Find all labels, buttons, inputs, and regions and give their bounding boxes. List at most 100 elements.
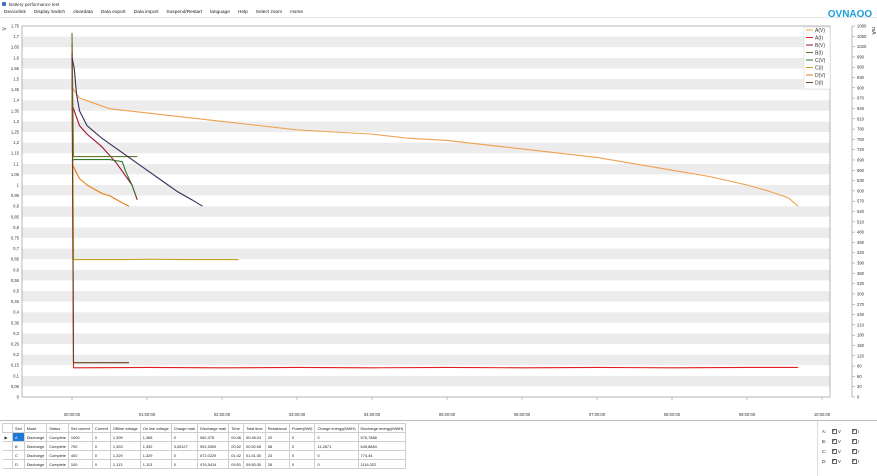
- slot-toggle-i[interactable]: I: [852, 438, 872, 444]
- table-cell: 1,368: [139, 432, 172, 442]
- table-row[interactable]: B Discharge Complete 700 0 1,353 1,392 3,05127 5…: [2, 441, 407, 451]
- grid-band: [22, 47, 830, 58]
- table-cell: Complete: [46, 450, 69, 460]
- grid-band: [22, 79, 830, 90]
- checkbox-checked-icon[interactable]: [852, 428, 857, 434]
- y-tick-label-right: 540: [857, 209, 865, 214]
- slot-toggle-v[interactable]: V: [832, 428, 852, 434]
- checkbox-checked-icon[interactable]: [832, 438, 837, 444]
- table-cell: 09:51: [228, 459, 245, 469]
- y-tick-label-left: 0: [17, 395, 20, 400]
- x-tick-label: 07:00:00: [589, 412, 606, 417]
- grid-band: [22, 216, 830, 228]
- y-tick-label-left: 0,15: [11, 363, 20, 368]
- y-tick-label-left: 0,75: [11, 236, 20, 241]
- table-cell: 1,329: [139, 450, 172, 460]
- grid-band: [22, 312, 830, 323]
- table-cell: Discharge: [23, 441, 48, 451]
- y-tick-label-right: 780: [857, 127, 865, 132]
- slot-toggle-label: V: [838, 448, 841, 454]
- grid-band: [22, 185, 830, 196]
- table-cell: 0: [91, 450, 111, 460]
- slot-check-row: C: V I: [822, 446, 874, 456]
- table-cell: 1,113: [109, 459, 141, 469]
- table-cell: 672,0229: [197, 450, 230, 460]
- grid-band: [22, 238, 830, 249]
- table-row[interactable]: ▶ A Discharge Complete 1000 0 1,399 1,368 0 562,3…: [2, 432, 407, 442]
- menu-language[interactable]: language: [206, 10, 234, 15]
- menu-data-import[interactable]: Data import: [130, 10, 163, 15]
- table-cell: Complete: [46, 459, 69, 469]
- checkbox-checked-icon[interactable]: [832, 458, 837, 464]
- y-tick-label-right: 990: [857, 54, 865, 59]
- slot-toggle-i[interactable]: I: [852, 458, 872, 464]
- table-cell: 01:42: [228, 450, 245, 460]
- brand-logo-text: OVNAOO: [828, 9, 873, 19]
- y-tick-label-right: 690: [857, 157, 865, 162]
- grid-band: [22, 142, 830, 154]
- y-tick-label-left: 0,2: [13, 352, 19, 357]
- legend-label: D(V): [815, 73, 826, 79]
- slot-visibility-checks: A: V I B: V I C: V I D: V I: [822, 426, 874, 466]
- table-row[interactable]: D Discharge Complete 100 0 1,113 1,113 0 976,541…: [2, 459, 407, 469]
- y-tick-label-left: 0,35: [11, 320, 20, 325]
- menu-cleardata[interactable]: cleardata: [69, 10, 97, 15]
- checkbox-checked-icon[interactable]: [832, 448, 837, 454]
- checkbox-checked-icon[interactable]: [852, 458, 857, 464]
- y-tick-label-left: 1,4: [13, 98, 19, 103]
- checkbox-checked-icon[interactable]: [852, 448, 857, 454]
- menu-help[interactable]: Help: [234, 10, 252, 15]
- legend-label: A(V): [815, 28, 825, 34]
- slot-label: C:: [822, 448, 827, 454]
- grid-band: [22, 354, 830, 366]
- x-tick-label: 10:00:00: [814, 412, 831, 417]
- grid-band: [22, 153, 830, 164]
- bottom-panel: Slot Mode Status Set current Current Off…: [0, 420, 877, 476]
- table-cell: Complete: [46, 441, 69, 451]
- grid-band: [22, 259, 830, 270]
- menu-display-switch[interactable]: Display Switch: [30, 10, 69, 15]
- slot-toggle-i[interactable]: I: [852, 448, 872, 454]
- y-tick-label-left: 0,4: [13, 310, 19, 315]
- grid-band: [22, 132, 830, 143]
- grid-band: [22, 206, 830, 217]
- table-cell: 3,05127: [170, 441, 199, 451]
- menu-suspend-restart[interactable]: Suspend/Restart: [162, 10, 206, 15]
- menu-select-zoom[interactable]: Select zoom: [252, 10, 286, 15]
- menu-data-export[interactable]: Data export: [97, 10, 130, 15]
- y-tick-label-left: 0,1: [13, 373, 19, 378]
- slot-toggle-v[interactable]: V: [832, 458, 852, 464]
- panel-divider: [817, 421, 818, 476]
- menu-home[interactable]: Home: [286, 10, 307, 15]
- checkbox-checked-icon[interactable]: [832, 428, 837, 434]
- y-tick-label-right: 1050: [857, 34, 867, 39]
- table-cell: 774,44: [357, 450, 407, 460]
- slot-toggle-v[interactable]: V: [832, 438, 852, 444]
- row-marker: [2, 459, 13, 469]
- slot-check-row: B: V I: [822, 436, 874, 446]
- y-tick-label-left: 0,3: [13, 331, 19, 336]
- slot-label: D:: [822, 458, 827, 464]
- slot-toggle-label: V: [838, 428, 841, 434]
- col-header: Offline voltage: [109, 423, 141, 433]
- menu-devicelink[interactable]: Devicelink: [0, 10, 30, 15]
- grid-band: [22, 344, 830, 355]
- checkbox-checked-icon[interactable]: [852, 438, 857, 444]
- slot-toggle-i[interactable]: I: [852, 428, 872, 434]
- y-tick-label-right: 1080: [857, 24, 867, 29]
- table-cell: 20: [264, 432, 290, 442]
- grid-band: [22, 322, 830, 334]
- table-row[interactable]: C Discharge Complete 400 0 1,329 1,329 0 672,022…: [2, 450, 407, 460]
- title-bar: Battery performance test: [0, 0, 877, 8]
- y-tick-label-right: 60: [857, 374, 862, 379]
- table-cell: 0: [314, 432, 359, 442]
- y-tick-label-right: 900: [857, 85, 865, 90]
- y-tick-label-right: 300: [857, 291, 865, 296]
- table-cell: 0: [288, 450, 316, 460]
- y-tick-label-left: 1,5: [13, 77, 19, 82]
- y-tick-label-right: 930: [857, 75, 865, 80]
- y-tick-label-right: 30: [857, 384, 862, 389]
- slot-toggle-v[interactable]: V: [832, 448, 852, 454]
- y-tick-label-right: 150: [857, 343, 865, 348]
- row-marker: [2, 450, 13, 460]
